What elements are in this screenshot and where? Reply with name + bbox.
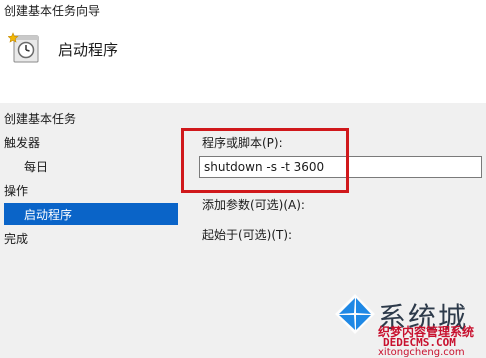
step-action[interactable]: 操作 [4,182,28,199]
step-trigger[interactable]: 触发器 [4,134,40,151]
step-create-basic-task[interactable]: 创建基本任务 [4,110,76,127]
step-start-program[interactable]: 启动程序 [4,203,178,225]
step-daily[interactable]: 每日 [24,158,48,175]
program-script-label: 程序或脚本(P): [202,136,283,150]
start-in-label: 起始于(可选)(T): [202,228,293,242]
step-start-program-label: 启动程序 [24,208,73,222]
page-heading: 启动程序 [58,41,119,59]
watermark-url: xitongcheng.com [378,347,465,358]
window-title: 创建基本任务向导 [4,4,101,18]
program-script-input[interactable] [199,156,482,178]
step-finish[interactable]: 完成 [4,230,28,247]
windows-logo-watermark-icon [334,293,376,338]
task-scheduler-clock-icon [7,32,40,64]
add-arguments-label: 添加参数(可选)(A): [202,198,305,212]
